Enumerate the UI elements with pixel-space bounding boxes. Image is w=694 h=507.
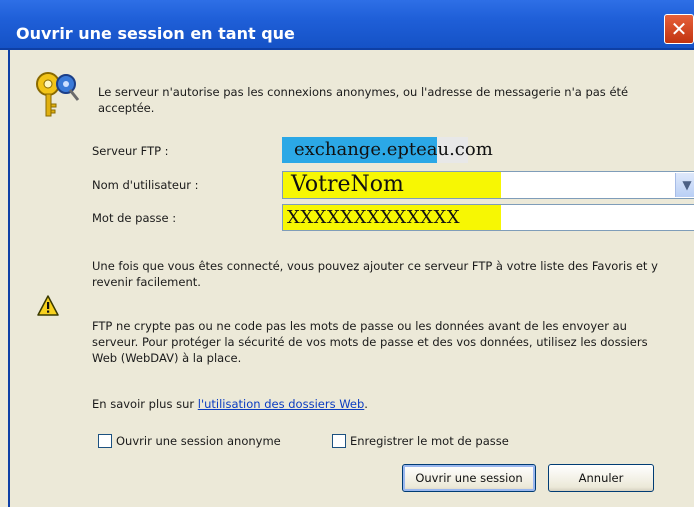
- username-field[interactable]: VotreNom ▼: [282, 171, 694, 199]
- server-value: exchange.epteau.com: [282, 137, 502, 163]
- title-bar[interactable]: Ouvrir une session en tant que ✕: [0, 0, 694, 50]
- webdav-help-link[interactable]: l'utilisation des dossiers Web: [198, 397, 365, 411]
- save-password-label[interactable]: Enregistrer le mot de passe: [350, 434, 509, 448]
- login-button[interactable]: Ouvrir une session: [402, 464, 536, 492]
- login-dialog: Ouvrir une session en tant que ✕ Le serv…: [0, 0, 694, 507]
- username-dropdown-button[interactable]: ▼: [675, 173, 694, 197]
- save-password-checkbox[interactable]: [332, 434, 346, 448]
- server-message: Le serveur n'autorise pas les connexions…: [98, 85, 629, 115]
- password-value[interactable]: XXXXXXXXXXXXX: [283, 205, 501, 230]
- keys-icon: [36, 72, 80, 117]
- learn-more-line: En savoir plus sur l'utilisation des dos…: [92, 396, 672, 412]
- window-title: Ouvrir une session en tant que: [16, 24, 295, 43]
- password-label: Mot de passe :: [92, 211, 177, 225]
- learn-more-suffix: .: [364, 397, 368, 411]
- save-password-option[interactable]: Enregistrer le mot de passe: [332, 434, 509, 448]
- anonymous-checkbox[interactable]: [98, 434, 112, 448]
- cancel-button[interactable]: Annuler: [548, 464, 654, 492]
- learn-more-prefix: En savoir plus sur: [92, 397, 195, 411]
- anonymous-option[interactable]: Ouvrir une session anonyme: [98, 434, 281, 448]
- password-field[interactable]: XXXXXXXXXXXXX: [282, 204, 694, 231]
- close-icon: ✕: [670, 17, 688, 41]
- anonymous-label[interactable]: Ouvrir une session anonyme: [116, 434, 281, 448]
- username-value[interactable]: VotreNom: [283, 172, 501, 198]
- dialog-body: Le serveur n'autorise pas les connexions…: [8, 50, 694, 507]
- username-label: Nom d'utilisateur :: [92, 178, 199, 192]
- chevron-down-icon: ▼: [682, 178, 692, 192]
- close-button[interactable]: ✕: [664, 14, 694, 44]
- info-text: Une fois que vous êtes connecté, vous po…: [92, 259, 658, 289]
- warning-text: FTP ne crypte pas ou ne code pas les mot…: [92, 319, 648, 365]
- warning-icon: [37, 295, 59, 316]
- server-label: Serveur FTP :: [92, 144, 169, 158]
